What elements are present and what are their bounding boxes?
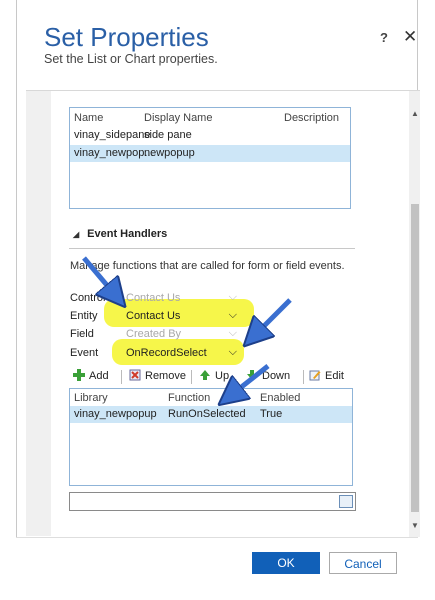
collapse-triangle-icon[interactable]: ◢ bbox=[73, 230, 79, 239]
row-display-name: newpopup bbox=[144, 147, 195, 159]
up-button[interactable]: Up bbox=[199, 369, 229, 382]
column-header-description[interactable]: Description bbox=[284, 112, 339, 124]
event-handler-grid: Library Function Enabled vinay_newpopup … bbox=[69, 388, 353, 486]
plus-icon bbox=[73, 369, 85, 381]
close-icon[interactable]: ✕ bbox=[403, 27, 417, 47]
section-description: Manage functions that are called for for… bbox=[70, 260, 345, 272]
edit-icon bbox=[309, 370, 321, 381]
chevron-down-icon: ⌵ bbox=[228, 346, 237, 358]
dialog-footer: OK Cancel bbox=[16, 537, 418, 584]
row-name: vinay_newpop... bbox=[74, 147, 154, 159]
toolbar-separator bbox=[191, 370, 192, 384]
row-display-name: side pane bbox=[144, 129, 192, 141]
column-header-library[interactable]: Library bbox=[74, 392, 108, 404]
event-handlers-header[interactable]: ◢ Event Handlers bbox=[73, 228, 167, 240]
column-header-display-name[interactable]: Display Name bbox=[144, 112, 212, 124]
row-enabled: True bbox=[260, 408, 283, 420]
search-icon[interactable] bbox=[339, 495, 353, 508]
event-handler-toolbar: Add Remove Up Down Edit bbox=[69, 367, 353, 387]
vertical-scrollbar[interactable]: ▲ ▼ bbox=[409, 91, 420, 537]
edit-button[interactable]: Edit bbox=[309, 369, 344, 382]
event-select[interactable]: OnRecordSelect ⌵ bbox=[123, 345, 243, 361]
table-row[interactable]: vinay_newpopup RunOnSelected True bbox=[70, 406, 352, 423]
control-label: Control bbox=[70, 292, 106, 304]
scroll-up-icon[interactable]: ▲ bbox=[411, 109, 419, 118]
column-header-enabled[interactable]: Enabled bbox=[260, 392, 300, 404]
add-button[interactable]: Add bbox=[73, 369, 109, 382]
table-row[interactable]: vinay_newpop... newpopup bbox=[70, 145, 350, 162]
list-properties-grid: Name Display Name Description vinay_side… bbox=[69, 107, 351, 209]
row-name: vinay_sidepane bbox=[74, 129, 151, 141]
section-divider bbox=[69, 248, 355, 249]
row-library: vinay_newpopup bbox=[74, 408, 157, 420]
toolbar-separator bbox=[303, 370, 304, 384]
event-label: Event bbox=[70, 347, 99, 359]
column-header-name[interactable]: Name bbox=[74, 112, 103, 124]
toolbar-separator bbox=[121, 370, 122, 384]
cancel-button[interactable]: Cancel bbox=[329, 552, 397, 574]
control-select[interactable]: Contact Us ⌵ bbox=[123, 290, 243, 306]
section-title: Event Handlers bbox=[87, 228, 168, 240]
help-button[interactable]: ? bbox=[380, 30, 388, 45]
search-input[interactable] bbox=[69, 492, 356, 511]
arrow-up-icon bbox=[200, 370, 210, 380]
field-value: Created By bbox=[126, 328, 182, 340]
column-header-function[interactable]: Function bbox=[168, 392, 210, 404]
edit-label: Edit bbox=[325, 370, 344, 382]
dialog-subtitle: Set the List or Chart properties. bbox=[44, 52, 218, 66]
remove-label: Remove bbox=[145, 370, 186, 382]
ok-button[interactable]: OK bbox=[252, 552, 320, 574]
table-row[interactable]: vinay_sidepane side pane bbox=[70, 127, 350, 144]
scrollbar-thumb[interactable] bbox=[411, 204, 419, 512]
down-button[interactable]: Down bbox=[246, 369, 290, 382]
field-select[interactable]: Created By ⌵ bbox=[123, 326, 243, 342]
down-label: Down bbox=[262, 370, 291, 382]
chevron-down-icon: ⌵ bbox=[228, 291, 237, 303]
add-label: Add bbox=[89, 370, 109, 382]
chevron-down-icon: ⌵ bbox=[228, 309, 237, 321]
field-label: Field bbox=[70, 328, 94, 340]
row-function: RunOnSelected bbox=[168, 408, 246, 420]
remove-icon bbox=[129, 369, 141, 381]
scroll-down-icon[interactable]: ▼ bbox=[411, 521, 419, 530]
arrow-down-icon bbox=[247, 370, 257, 380]
event-value: OnRecordSelect bbox=[126, 347, 207, 359]
entity-value: Contact Us bbox=[126, 310, 181, 322]
up-label: Up bbox=[215, 370, 230, 382]
dialog-title: Set Properties bbox=[44, 22, 209, 52]
entity-label: Entity bbox=[70, 310, 98, 322]
entity-select[interactable]: Contact Us ⌵ bbox=[123, 308, 243, 324]
control-value: Contact Us bbox=[126, 292, 181, 304]
chevron-down-icon: ⌵ bbox=[228, 327, 237, 339]
remove-button[interactable]: Remove bbox=[129, 369, 186, 382]
